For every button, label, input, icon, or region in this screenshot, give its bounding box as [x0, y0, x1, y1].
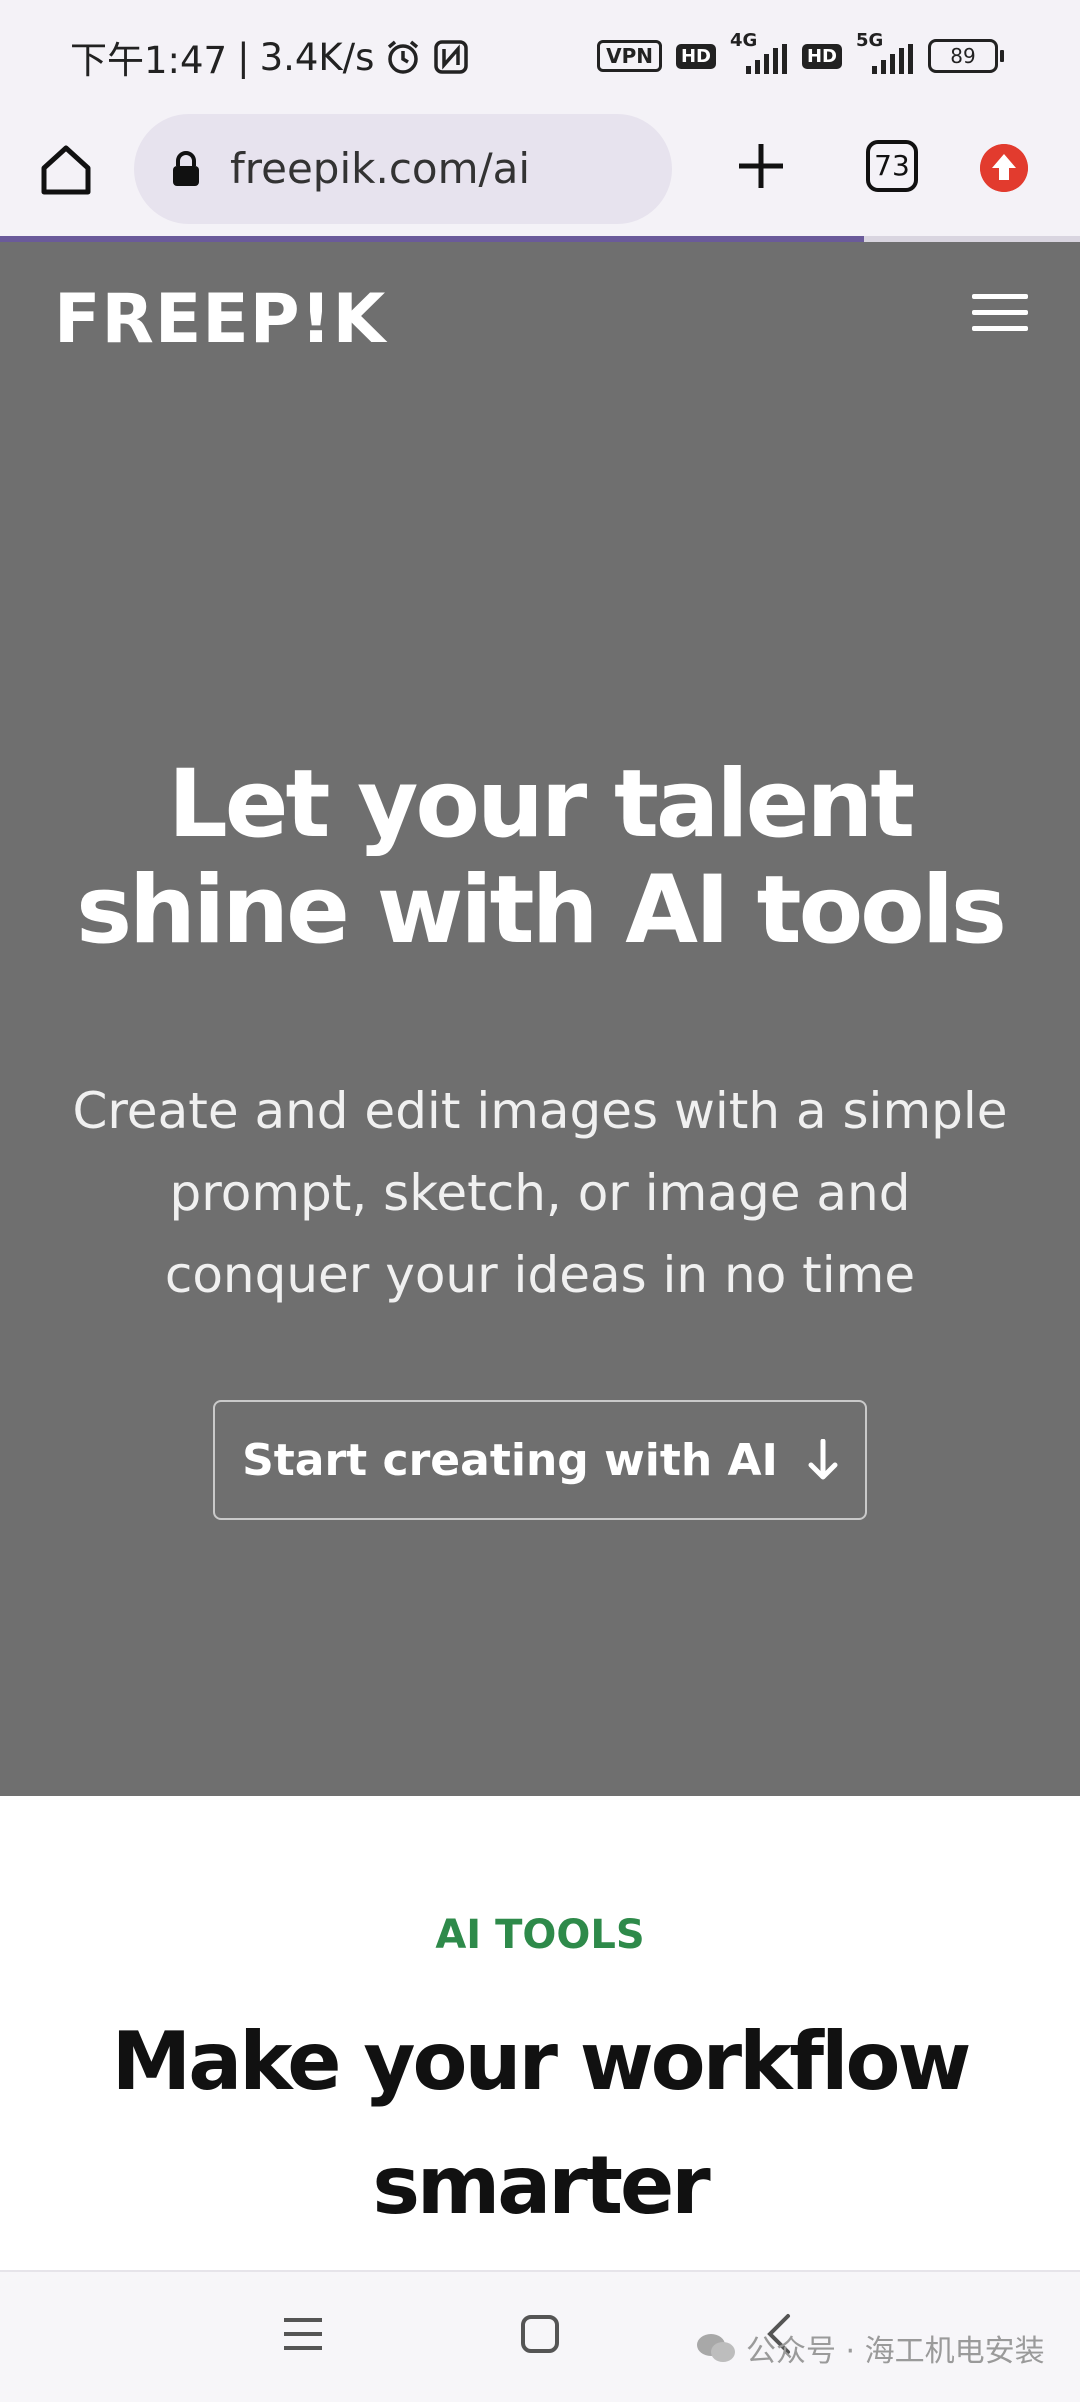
signal-bars-icon-2	[872, 44, 913, 74]
status-net-speed: 3.4K/s	[259, 35, 375, 79]
hd-badge: HD	[675, 43, 716, 69]
section-title: Make your workflow smarter	[40, 2000, 1040, 2248]
signal-bars-icon	[745, 44, 787, 74]
status-bar: 下午1:47 | 3.4K/s VPN HD 4G HD 5G 89	[0, 0, 1080, 112]
battery-indicator: 89	[928, 39, 1004, 73]
hero-subtitle: Create and edit images with a simple pro…	[40, 1070, 1040, 1316]
start-creating-label: Start creating with AI	[242, 1434, 778, 1486]
hero-title-line-2: shine with AI tools	[76, 856, 1007, 965]
watermark-text: 公众号 · 海工机电安装	[746, 2334, 1045, 2369]
hero-subtitle-line-3: conquer your ideas in no time	[164, 1246, 916, 1304]
alarm-icon	[388, 40, 419, 74]
status-left: 下午1:47 | 3.4K/s	[70, 30, 470, 84]
section-title-line-2: smarter	[372, 2139, 710, 2232]
wechat-icon	[697, 2334, 735, 2362]
hero-subtitle-line-2: prompt, sketch, or image and	[169, 1164, 911, 1222]
plus-icon[interactable]	[731, 136, 791, 196]
signal-4g: 4G	[730, 30, 788, 74]
address-bar[interactable]: freepik.com/ai	[134, 114, 672, 224]
recent-apps-icon[interactable]	[282, 2314, 324, 2354]
status-time: 下午1:47	[70, 39, 228, 82]
start-creating-button[interactable]: Start creating with AI	[213, 1400, 867, 1520]
battery-level: 89	[928, 39, 998, 73]
battery-tip	[1000, 50, 1004, 62]
hero-subtitle-line-1: Create and edit images with a simple	[72, 1082, 1008, 1140]
vpn-badge: VPN	[597, 40, 662, 72]
nfc-icon	[434, 40, 469, 74]
update-arrow-icon[interactable]	[980, 144, 1028, 192]
hd-badge-2: HD	[801, 43, 842, 69]
arrow-down-icon	[808, 1439, 838, 1480]
section-title-line-1: Make your workflow	[111, 2015, 972, 2108]
status-right: VPN HD 4G HD 5G 89	[597, 30, 1004, 74]
system-nav-bar: 公众号 · 海工机电安装	[0, 2270, 1080, 2402]
hero-title-line-1: Let your talent	[167, 750, 915, 859]
nav-home-icon[interactable]	[520, 2314, 560, 2354]
signal-5g: 5G	[856, 30, 914, 74]
url-text[interactable]: freepik.com/ai	[230, 144, 530, 193]
hamburger-menu-icon[interactable]	[972, 292, 1028, 334]
hero-title: Let your talent shine with AI tools	[40, 752, 1040, 964]
hero-section: FREEP!K Let your talent shine with AI to…	[0, 242, 1080, 1796]
section-eyebrow: AI TOOLS	[435, 1912, 645, 1958]
tab-switcher-button[interactable]: 73	[866, 140, 918, 192]
lock-icon	[173, 151, 199, 186]
home-icon[interactable]	[36, 140, 96, 200]
status-separator: |	[237, 35, 250, 79]
browser-toolbar: freepik.com/ai 73	[0, 112, 1080, 236]
freepik-logo[interactable]: FREEP!K	[54, 280, 386, 359]
wechat-watermark: 公众号 · 海工机电安装	[696, 2326, 1045, 2370]
